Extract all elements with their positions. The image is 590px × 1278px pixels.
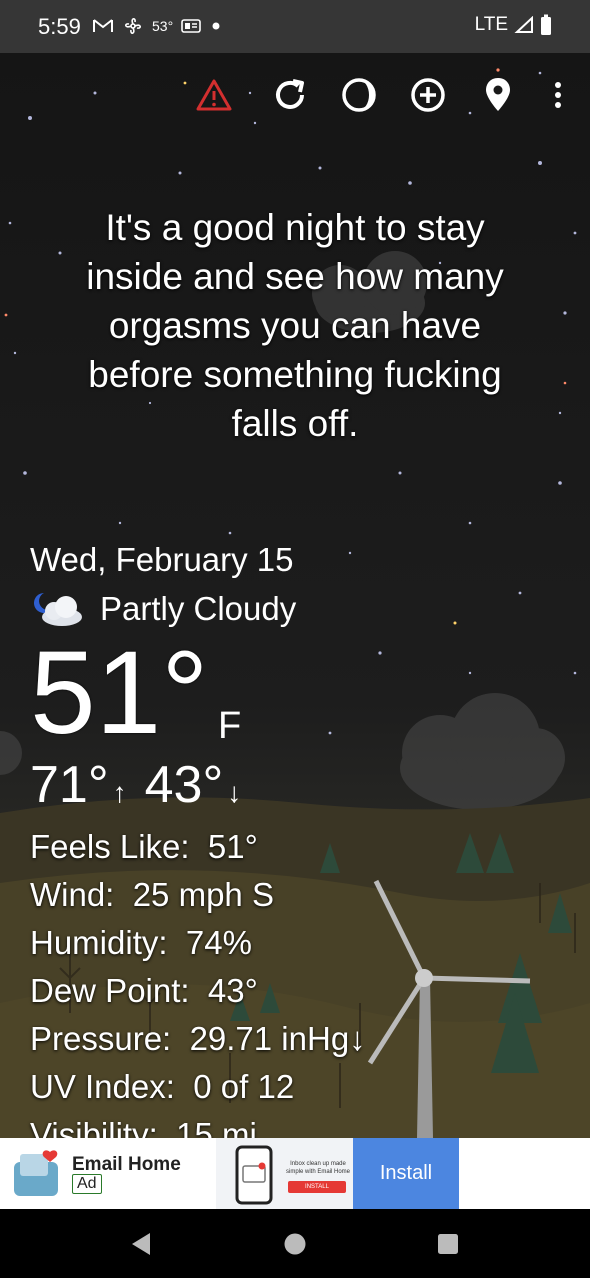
detail-feels-like: Feels Like: 51° <box>30 823 366 871</box>
detail-humidity: Humidity: 74% <box>30 919 366 967</box>
phone-illustration-icon <box>235 1145 273 1205</box>
more-icon <box>555 82 561 108</box>
add-location-button[interactable] <box>406 73 450 117</box>
detail-pressure: Pressure: 29.71 inHg↓ <box>30 1015 366 1063</box>
gmail-icon <box>93 19 113 32</box>
refresh-button[interactable] <box>268 73 312 117</box>
quote-line: It's a good night to stay <box>105 207 485 248</box>
status-icons-left: 53° <box>92 15 223 37</box>
condition-text: Partly Cloudy <box>100 590 297 627</box>
detail-label: Pressure: <box>30 1020 172 1057</box>
detail-value: 74% <box>185 924 252 961</box>
high-temp: 71° <box>30 756 109 814</box>
weather-background: It's a good night to stay inside and see… <box>0 53 590 1138</box>
detail-label: Feels Like: <box>30 828 190 865</box>
quote-line: inside and see how many <box>86 256 504 297</box>
detail-wind: Wind: 25 mph S <box>30 871 366 919</box>
forecast-date: Wed, February 15 <box>30 541 294 578</box>
detail-dew-point: Dew Point: 43° <box>30 967 366 1015</box>
signal-icon <box>514 16 533 33</box>
battery-icon <box>541 14 551 35</box>
temperature-unit: F <box>218 705 242 747</box>
add-location-icon <box>411 78 445 112</box>
detail-label: Humidity: <box>30 924 168 961</box>
dot-icon <box>212 22 220 30</box>
detail-value: 51° <box>207 828 258 865</box>
screen: 5:59 53° LTE It's a good night to stay i… <box>0 0 590 1278</box>
condition-row: Partly Cloudy <box>30 589 296 629</box>
weather-quote: It's a good night to stay inside and see… <box>40 203 550 448</box>
detail-label: Dew Point: <box>30 972 190 1009</box>
ad-creative[interactable]: Inbox clean up made simple with Email Ho… <box>216 1138 353 1209</box>
location-button[interactable] <box>476 73 520 117</box>
status-temperature: 53° <box>152 18 174 34</box>
status-time: 5:59 <box>38 14 81 39</box>
back-icon[interactable] <box>127 1229 157 1259</box>
location-pin-icon <box>486 78 510 111</box>
fan-icon <box>125 18 141 34</box>
alert-icon <box>196 79 232 111</box>
quote-line: before something fucking <box>88 354 502 395</box>
low-temp: 43° <box>144 756 224 814</box>
detail-label: UV Index: <box>30 1068 175 1105</box>
email-home-app-icon <box>14 1150 58 1196</box>
ad-title: Email Home <box>72 1154 181 1175</box>
detail-value: 0 of 12 <box>193 1068 295 1105</box>
detail-value: 43° <box>207 972 258 1009</box>
weather-details: Feels Like: 51° Wind: 25 mph S Humidity:… <box>30 823 366 1138</box>
current-temperature: 51° <box>30 633 208 753</box>
status-icons-right: LTE <box>475 14 552 36</box>
install-button[interactable]: Install <box>353 1138 459 1209</box>
more-button[interactable] <box>536 73 580 117</box>
moon-phase-icon <box>342 78 376 112</box>
news-icon <box>181 19 201 33</box>
degree-symbol: ° <box>161 627 209 759</box>
network-type: LTE <box>474 14 508 35</box>
quote-line: falls off. <box>231 403 359 444</box>
refresh-icon <box>276 79 304 109</box>
home-icon[interactable] <box>280 1229 310 1259</box>
detail-value: 15 mi <box>176 1116 257 1138</box>
partly-cloudy-night-icon <box>34 593 82 626</box>
ad-creative-text: Inbox clean up made simple with Email Ho… <box>285 1161 351 1175</box>
detail-value: 25 mph S <box>132 876 274 913</box>
moon-phase-button[interactable] <box>337 73 381 117</box>
status-bar: 5:59 53° LTE <box>0 0 590 53</box>
quote-line: orgasms you can have <box>108 305 482 346</box>
ad-creative-button[interactable]: INSTALL <box>288 1181 346 1193</box>
detail-label: Visibility: <box>30 1116 158 1138</box>
navigation-bar <box>0 1209 590 1278</box>
detail-uv-index: UV Index: 0 of 12 <box>30 1063 366 1111</box>
up-arrow-icon: ↑ <box>112 777 127 808</box>
detail-label: Wind: <box>30 876 115 913</box>
detail-visibility: Visibility: 15 mi <box>30 1111 366 1138</box>
alert-button[interactable] <box>192 73 236 117</box>
detail-value: 29.71 inHg↓ <box>189 1020 366 1057</box>
down-arrow-icon: ↓ <box>227 777 242 808</box>
recents-icon[interactable] <box>433 1229 463 1259</box>
high-low-row: 71° ↑ 43° ↓ <box>30 755 255 815</box>
temperature-value: 51 <box>30 627 162 759</box>
ad-banner[interactable]: Email Home Ad Inbox clean up made simple… <box>0 1138 590 1209</box>
ad-badge: Ad <box>72 1174 102 1194</box>
